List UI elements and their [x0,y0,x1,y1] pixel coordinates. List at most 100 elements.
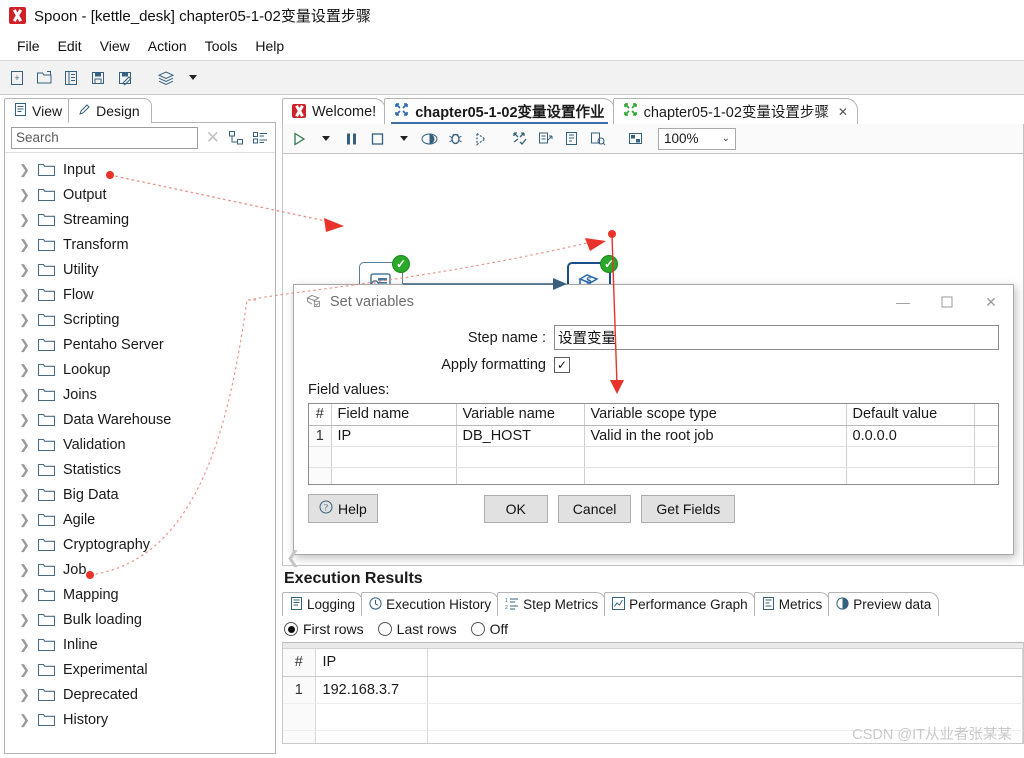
tree-item-transform[interactable]: ❯ Transform [5,232,275,257]
grid-cell[interactable]: IP [331,425,457,447]
chevron-right-icon[interactable]: ❯ [19,212,30,228]
preview-cell[interactable] [427,676,1023,704]
tree-item-joins[interactable]: ❯ Joins [5,382,275,407]
show-grid-icon[interactable] [624,128,647,150]
grid-col-header[interactable]: Variable name [456,404,585,426]
show-last-impact-icon[interactable] [586,128,609,150]
grid-row[interactable]: 1 IP DB_HOST Valid in the root job 0.0.0.0 [309,425,998,447]
preview-cell[interactable] [315,730,428,743]
get-fields-button[interactable]: Get Fields [641,494,736,523]
tree-item-inline[interactable]: ❯ Inline [5,632,275,657]
open-file-icon[interactable] [33,67,55,89]
run-icon[interactable] [288,128,311,150]
replay-icon[interactable] [470,128,493,150]
exec-tab-execution-history[interactable]: Execution History [361,592,500,616]
verify-icon[interactable] [508,128,531,150]
help-button[interactable]: ? Help [308,494,378,523]
chevron-right-icon[interactable]: ❯ [19,312,30,328]
chevron-right-icon[interactable]: ❯ [19,712,30,728]
radio-first-rows[interactable]: First rows [284,621,364,637]
chevron-right-icon[interactable]: ❯ [19,587,30,603]
preview-cell[interactable] [283,703,316,731]
chevron-right-icon[interactable]: ❯ [19,437,30,453]
chevron-right-icon[interactable]: ❯ [19,262,30,278]
grid-cell[interactable] [846,446,975,468]
tree-item-bulk-loading[interactable]: ❯ Bulk loading [5,607,275,632]
menu-tools[interactable]: Tools [197,35,246,57]
list-view-icon[interactable] [252,129,269,147]
chevron-right-icon[interactable]: ❯ [19,412,30,428]
grid-cell[interactable]: 1 [309,425,332,447]
maximize-icon[interactable] [925,287,969,317]
stop-icon[interactable] [366,128,389,150]
grid-cell[interactable]: DB_HOST [456,425,585,447]
menu-view[interactable]: View [92,35,138,57]
grid-cell[interactable] [584,446,847,468]
tree-item-agile[interactable]: ❯ Agile [5,507,275,532]
grid-cell[interactable] [331,446,457,468]
exec-tab-step-metrics[interactable]: 1 2 Step Metrics [497,592,607,616]
chevron-right-icon[interactable]: ❯ [19,462,30,478]
grid-cell[interactable] [974,467,998,484]
menu-action[interactable]: Action [140,35,195,57]
preview-cell[interactable] [315,703,428,731]
chevron-right-icon[interactable]: ❯ [19,287,30,303]
chevron-right-icon[interactable]: ❯ [19,187,30,203]
radio-button[interactable] [377,622,392,636]
tree-item-pentaho-server[interactable]: ❯ Pentaho Server [5,332,275,357]
radio-off[interactable]: Off [470,621,508,637]
zoom-select[interactable]: 100% ⌄ [658,127,736,150]
analyze-impact-icon[interactable] [534,128,557,150]
chevron-right-icon[interactable]: ❯ [19,537,30,553]
chevron-right-icon[interactable]: ❯ [19,337,30,353]
radio-button[interactable] [470,622,485,636]
search-input[interactable] [11,126,198,149]
chevron-right-icon[interactable]: ❯ [19,662,30,678]
tree-item-lookup[interactable]: ❯ Lookup [5,357,275,382]
explore-repository-icon[interactable] [60,67,82,89]
preview-cell[interactable] [283,730,316,743]
menu-help[interactable]: Help [247,35,292,57]
tree-item-experimental[interactable]: ❯ Experimental [5,657,275,682]
exec-tab-performance-graph[interactable]: Performance Graph [604,592,756,616]
preview-cell[interactable]: 1 [283,676,316,704]
tree-item-cryptography[interactable]: ❯ Cryptography [5,532,275,557]
field-values-grid[interactable]: # Field name Variable name Variable scope t… [308,403,999,485]
chevron-right-icon[interactable]: ❯ [19,387,30,403]
tree-item-scripting[interactable]: ❯ Scripting [5,307,275,332]
preview-icon[interactable] [418,128,441,150]
grid-cell[interactable]: Valid in the root job [584,425,847,447]
chevron-right-icon[interactable]: ❯ [19,162,30,178]
tab-welcome[interactable]: Welcome! [282,98,387,124]
new-file-icon[interactable]: + [6,67,28,89]
tree-item-streaming[interactable]: ❯ Streaming [5,207,275,232]
layers-icon[interactable] [155,67,177,89]
grid-cell[interactable] [584,467,847,484]
ok-button[interactable]: OK [483,494,548,523]
preview-row[interactable]: 1 192.168.3.7 [283,676,1023,704]
chevron-right-icon[interactable]: ❯ [19,612,30,628]
tree-item-job[interactable]: ❯ Job [5,557,275,582]
sql-icon[interactable] [560,128,583,150]
tree-item-big-data[interactable]: ❯ Big Data [5,482,275,507]
grid-cell[interactable] [456,467,585,484]
grid-col-header[interactable]: Field name [331,404,457,426]
grid-col-header[interactable]: Variable scope type [584,404,847,426]
menu-file[interactable]: File [9,35,48,57]
apply-formatting-checkbox[interactable]: ✓ [554,357,570,373]
grid-cell[interactable] [456,446,585,468]
cancel-button[interactable]: Cancel [557,494,632,523]
grid-cell[interactable] [309,467,332,484]
tab-job[interactable]: chapter05-1-02变量设置作业 [384,98,615,124]
clear-x-icon[interactable]: ✕ [205,128,221,147]
chevron-right-icon[interactable]: ❯ [19,637,30,653]
chevron-right-icon[interactable]: ❯ [19,237,30,253]
tree-item-statistics[interactable]: ❯ Statistics [5,457,275,482]
chevron-right-icon[interactable]: ❯ [19,687,30,703]
radio-last-rows[interactable]: Last rows [377,621,457,637]
tree-item-mapping[interactable]: ❯ Mapping [5,582,275,607]
stop-options-caret-icon[interactable] [392,128,415,150]
step-name-input[interactable] [554,325,999,350]
grid-cell[interactable] [974,446,998,468]
run-options-caret-icon[interactable] [314,128,337,150]
